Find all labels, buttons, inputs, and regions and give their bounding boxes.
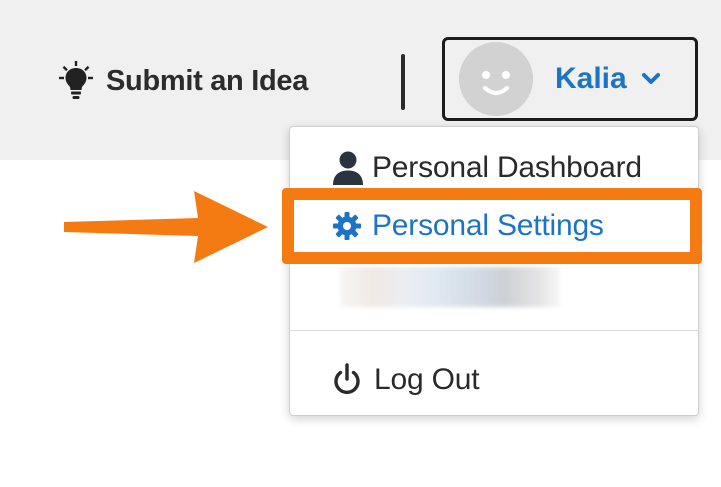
menu-item-redacted[interactable] [290, 267, 698, 307]
menu-item-label: Personal Settings [372, 209, 604, 242]
menu-item-label: Personal Dashboard [372, 151, 642, 184]
user-dropdown-menu: Personal Dashboard Personal Settings Log… [289, 126, 699, 416]
user-name: Kalia [555, 62, 627, 95]
user-menu-button[interactable]: Kalia [442, 37, 698, 121]
smiley-face-icon [459, 42, 533, 116]
submit-idea-label: Submit an Idea [106, 64, 309, 97]
lightbulb-icon [59, 61, 93, 99]
menu-item-personal-settings[interactable]: Personal Settings [290, 205, 698, 247]
chevron-down-icon [641, 73, 660, 84]
user-icon [333, 151, 363, 185]
arrow-annotation-icon [64, 191, 268, 263]
menu-item-log-out[interactable]: Log Out [290, 359, 698, 401]
avatar [459, 42, 533, 116]
menu-item-personal-dashboard[interactable]: Personal Dashboard [290, 147, 698, 189]
header-divider [401, 54, 405, 110]
submit-idea-button[interactable]: Submit an Idea [58, 58, 308, 104]
gear-icon [333, 212, 361, 240]
redacted-text [340, 267, 560, 307]
menu-item-label: Log Out [374, 363, 480, 396]
menu-divider [290, 330, 698, 331]
power-icon [334, 363, 360, 395]
